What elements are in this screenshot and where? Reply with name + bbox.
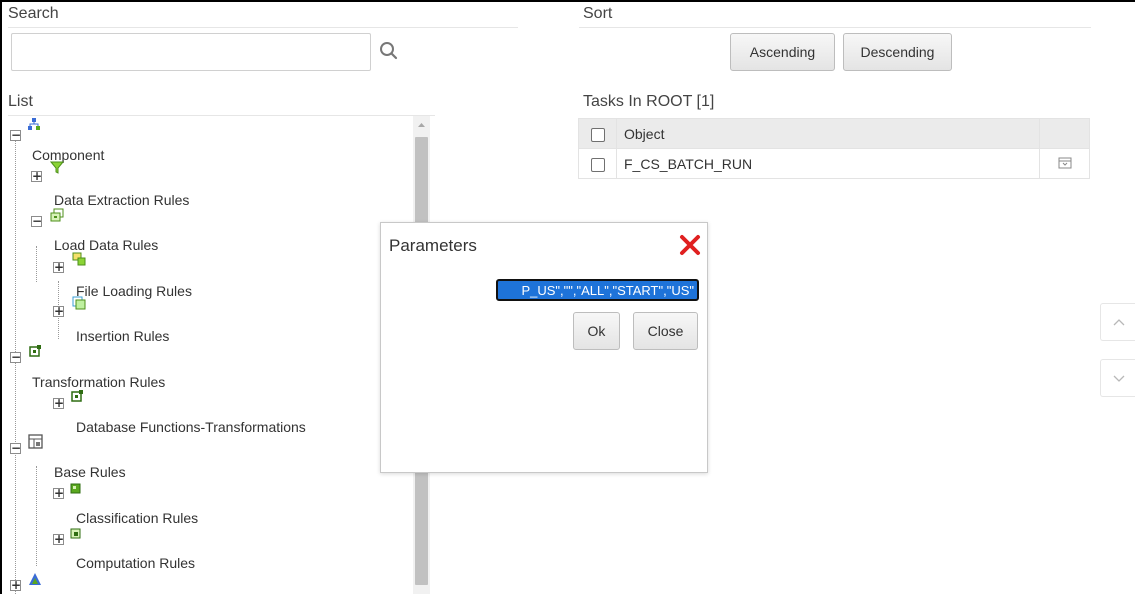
file-loading-icon: [72, 252, 86, 266]
search-label: Search: [8, 5, 59, 22]
parameters-input[interactable]: [496, 279, 699, 301]
tree-item-load-data-rules[interactable]: Load Data Rules: [54, 237, 158, 253]
tasks-header-row: Object: [578, 118, 1090, 149]
tree-item-file-loading-rules[interactable]: File Loading Rules: [76, 283, 192, 299]
action-column-header: [1039, 118, 1090, 149]
tree-expander[interactable]: +: [53, 261, 64, 273]
hierarchy-root-icon: [27, 117, 41, 131]
descending-button[interactable]: Descending: [843, 33, 952, 71]
base-rules-icon: [28, 434, 43, 449]
parameters-dialog: Parameters Ok Close: [380, 222, 708, 473]
tree-guide-line: [36, 246, 37, 282]
close-icon[interactable]: [678, 233, 702, 257]
close-button[interactable]: Close: [633, 312, 698, 350]
ascending-button[interactable]: Ascending: [730, 33, 835, 71]
dialog-title: Parameters: [389, 236, 477, 255]
search-icon[interactable]: [376, 38, 402, 64]
tree-expander[interactable]: +: [10, 579, 21, 591]
drawer-icon[interactable]: [1058, 156, 1072, 172]
row-action-cell: [1039, 148, 1090, 179]
load-data-icon: [50, 208, 64, 222]
tree-item-computation-rules[interactable]: Computation Rules: [76, 555, 195, 571]
row-checkbox[interactable]: [590, 157, 605, 172]
select-all-cell: [578, 118, 617, 149]
list-label: List: [8, 93, 33, 110]
tree-guide-line: [36, 466, 37, 566]
tree-expander[interactable]: −: [10, 129, 21, 141]
tree-expander[interactable]: +: [53, 533, 64, 545]
tree-expander[interactable]: +: [53, 397, 64, 409]
tree-expander[interactable]: +: [31, 170, 42, 182]
insertion-icon: [72, 296, 86, 310]
tree-expander[interactable]: −: [10, 351, 21, 363]
object-column-header[interactable]: Object: [616, 118, 1040, 149]
tree-item-classification-rules[interactable]: Classification Rules: [76, 510, 198, 526]
tree-item-database-functions-transformations[interactable]: Database Functions-Transformations: [76, 419, 306, 435]
computation-icon: [70, 527, 84, 541]
move-up-button[interactable]: [1100, 303, 1135, 341]
ok-button[interactable]: Ok: [573, 312, 620, 350]
tasks-title: Tasks In ROOT [1]: [583, 93, 715, 110]
triangle-icon: [28, 572, 42, 586]
scroll-up-arrow-icon[interactable]: [413, 118, 430, 132]
tree-item-component[interactable]: Component: [32, 147, 104, 163]
tree-item-data-extraction-rules[interactable]: Data Extraction Rules: [54, 192, 189, 208]
tree-item-transformation-rules[interactable]: Transformation Rules: [32, 374, 165, 390]
select-all-checkbox[interactable]: [590, 127, 605, 142]
component-tree: − Component + Data Extraction Rules − Lo…: [0, 116, 420, 594]
tree-expander[interactable]: −: [10, 442, 21, 454]
tree-expander[interactable]: +: [53, 305, 64, 317]
transformation-icon: [28, 344, 42, 358]
task-object-name: F_CS_BATCH_RUN: [616, 148, 1040, 179]
funnel-icon: [49, 159, 65, 174]
tree-item-insertion-rules[interactable]: Insertion Rules: [76, 328, 169, 344]
search-input[interactable]: [11, 33, 371, 71]
classification-icon: [70, 482, 84, 496]
search-divider: [8, 27, 518, 28]
tree-expander[interactable]: −: [31, 215, 42, 227]
db-function-icon: [70, 389, 84, 403]
tree-item-base-rules[interactable]: Base Rules: [54, 464, 126, 480]
table-row[interactable]: F_CS_BATCH_RUN: [578, 148, 1090, 179]
row-checkbox-cell: [578, 148, 617, 179]
move-down-button[interactable]: [1100, 359, 1135, 397]
sort-label: Sort: [583, 5, 613, 22]
sort-divider: [579, 27, 1091, 28]
tree-expander[interactable]: +: [53, 487, 64, 499]
tasks-table: Object F_CS_BATCH_RUN: [578, 118, 1090, 179]
